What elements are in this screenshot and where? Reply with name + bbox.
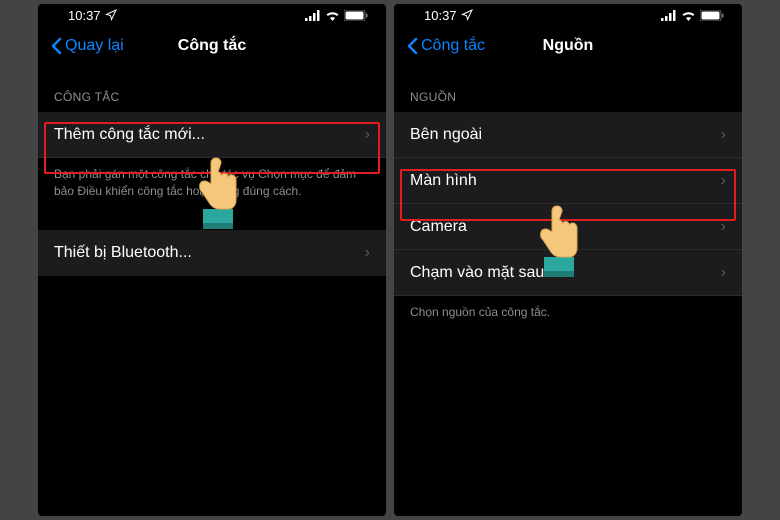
wifi-icon	[325, 10, 340, 21]
row-label: Thiết bị Bluetooth...	[54, 244, 192, 262]
chevron-right-icon: ›	[721, 172, 726, 190]
signal-icon	[661, 10, 677, 21]
navigation-icon	[105, 9, 117, 21]
row-label: Thêm công tắc mới...	[54, 126, 205, 144]
battery-icon	[700, 10, 724, 21]
nav-bar: Quay lại Công tắc	[38, 26, 386, 66]
chevron-right-icon: ›	[721, 126, 726, 144]
nav-title: Công tắc	[178, 37, 246, 55]
row-label: Camera	[410, 218, 467, 236]
status-bar: 10:37	[38, 4, 386, 26]
nav-title: Nguồn	[543, 37, 594, 55]
status-time: 10:37	[68, 8, 101, 23]
chevron-left-icon	[50, 37, 62, 55]
content: NGUỒN Bên ngoài › Màn hình › Camera › Ch…	[394, 66, 742, 329]
status-bar: 10:37	[394, 4, 742, 26]
row-camera[interactable]: Camera ›	[394, 204, 742, 250]
row-external[interactable]: Bên ngoài ›	[394, 112, 742, 158]
section-header: CÔNG TẮC	[38, 90, 386, 112]
signal-icon	[305, 10, 321, 21]
row-label: Chạm vào mặt sau	[410, 264, 544, 282]
wifi-icon	[681, 10, 696, 21]
section-header: NGUỒN	[394, 90, 742, 112]
phone-left: 10:37 Quay lại Công tắc CÔNG TẮC Thêm cô…	[38, 4, 386, 516]
phone-right: 10:37 Công tắc Nguồn NGUỒN Bên ngoài › M…	[394, 4, 742, 516]
nav-bar: Công tắc Nguồn	[394, 26, 742, 66]
back-label: Công tắc	[421, 37, 485, 55]
footer-text: Bạn phải gán một công tắc cho tác vụ Chọ…	[38, 158, 386, 208]
row-label: Bên ngoài	[410, 126, 482, 144]
chevron-right-icon: ›	[365, 126, 370, 144]
back-label: Quay lại	[65, 37, 124, 55]
row-bluetooth[interactable]: Thiết bị Bluetooth... ›	[38, 230, 386, 276]
status-time: 10:37	[424, 8, 457, 23]
battery-icon	[344, 10, 368, 21]
footer-text: Chọn nguồn của công tắc.	[394, 296, 742, 329]
row-label: Màn hình	[410, 172, 477, 190]
navigation-icon	[461, 9, 473, 21]
back-button[interactable]: Công tắc	[406, 37, 485, 55]
chevron-right-icon: ›	[721, 218, 726, 236]
back-button[interactable]: Quay lại	[50, 37, 124, 55]
chevron-left-icon	[406, 37, 418, 55]
row-back-tap[interactable]: Chạm vào mặt sau ›	[394, 250, 742, 296]
chevron-right-icon: ›	[365, 244, 370, 262]
row-add-switch[interactable]: Thêm công tắc mới... ›	[38, 112, 386, 158]
row-screen[interactable]: Màn hình ›	[394, 158, 742, 204]
content: CÔNG TẮC Thêm công tắc mới... › Bạn phải…	[38, 66, 386, 276]
chevron-right-icon: ›	[721, 264, 726, 282]
